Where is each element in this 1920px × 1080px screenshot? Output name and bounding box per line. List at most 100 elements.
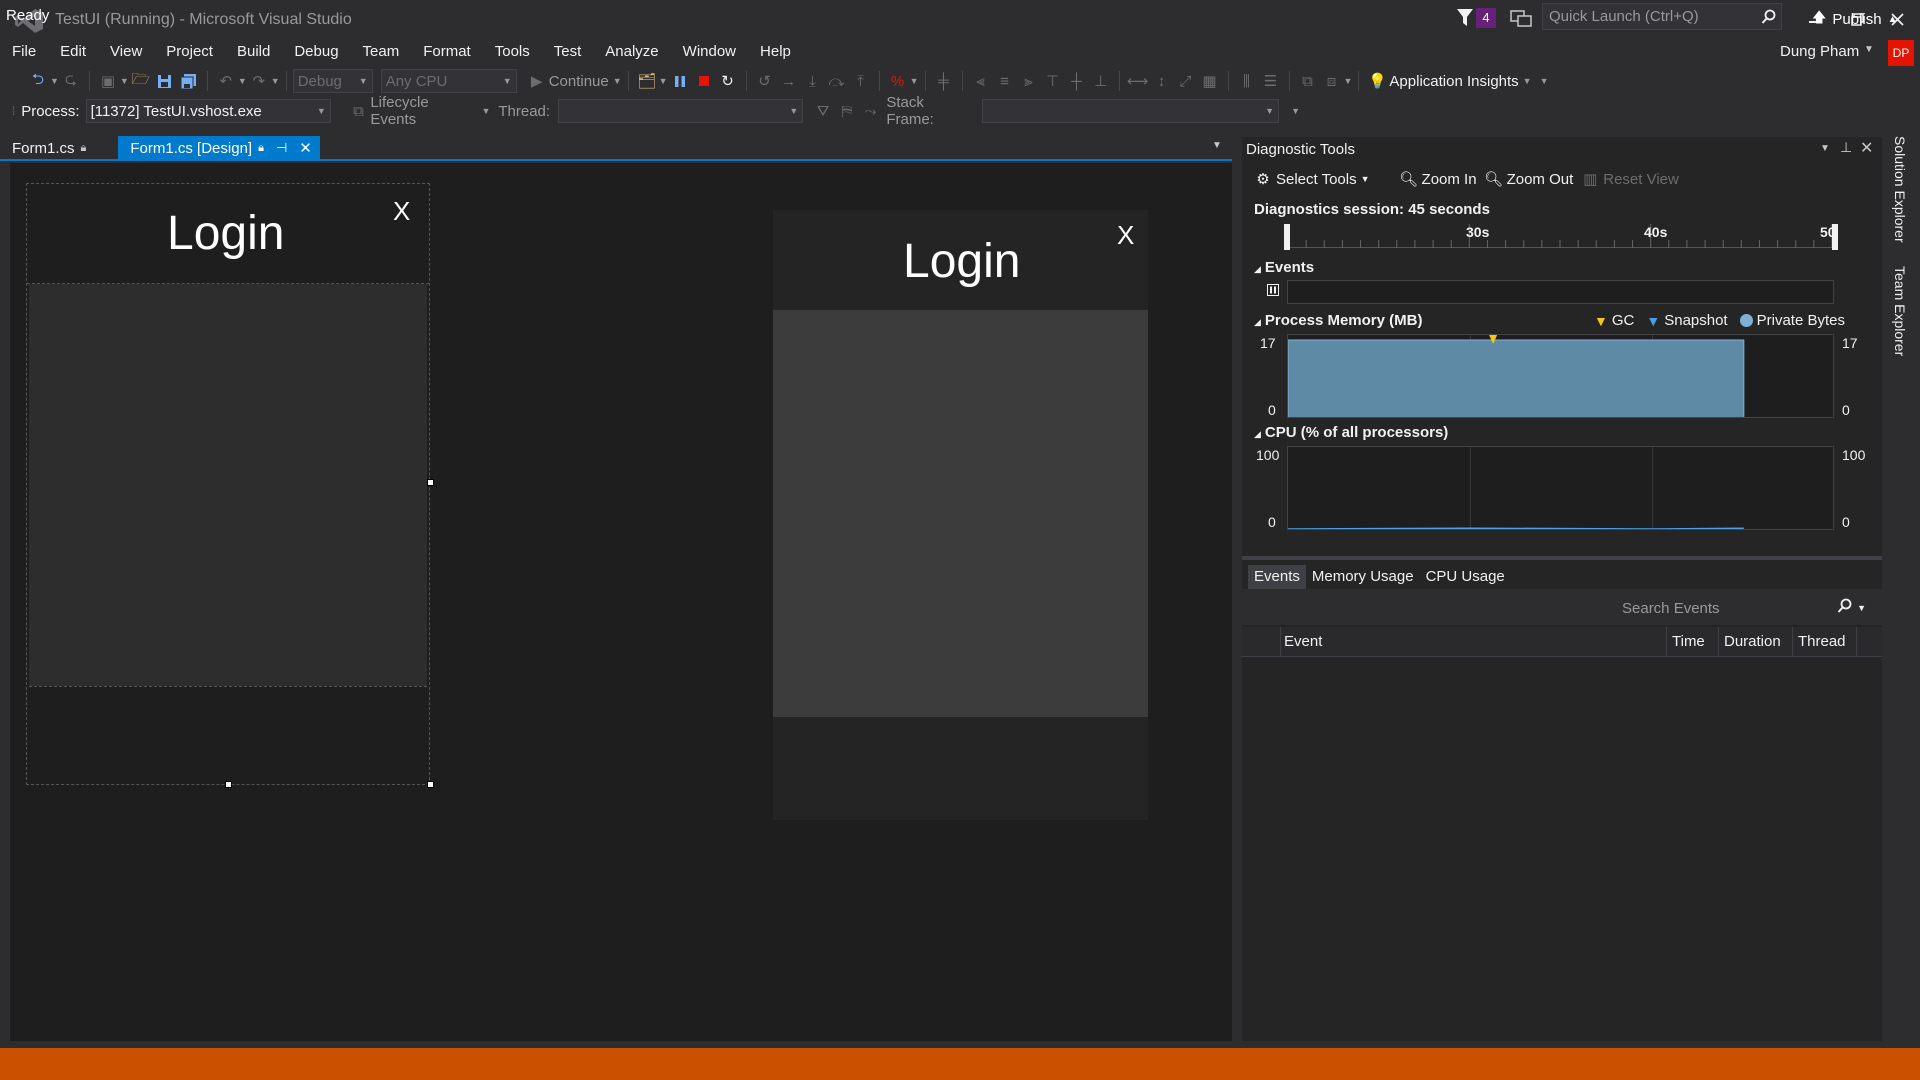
resize-handle-right[interactable]	[427, 479, 434, 486]
user-avatar[interactable]: DP	[1888, 40, 1914, 66]
designer-form[interactable]: Login X	[26, 183, 430, 785]
designer-form-body-panel[interactable]	[29, 284, 427, 686]
redo-icon[interactable]: ↷	[247, 69, 271, 93]
cpu-chart[interactable]	[1287, 446, 1834, 530]
designer-form-header[interactable]: Login X	[27, 184, 429, 284]
step-into-arrow-icon[interactable]: →	[777, 69, 801, 93]
reset-view-button[interactable]: ▥ Reset View	[1581, 167, 1679, 191]
undo-icon[interactable]: ↶	[214, 69, 238, 93]
tab-team-explorer[interactable]: Team Explorer	[1892, 266, 1908, 356]
process-memory-section-header[interactable]: ◢ Process Memory (MB)	[1254, 312, 1422, 329]
column-thread[interactable]: Thread	[1798, 633, 1846, 650]
tab-cpu-usage[interactable]: CPU Usage	[1420, 565, 1511, 589]
undo-dropdown-icon[interactable]: ▼	[238, 76, 247, 86]
column-duration[interactable]: Duration	[1724, 633, 1781, 650]
horizontal-spacing-icon[interactable]: ⫼	[1235, 69, 1259, 93]
menu-analyze[interactable]: Analyze	[593, 40, 670, 64]
stop-debugging-icon[interactable]	[692, 69, 716, 93]
hot-path-dropdown-icon[interactable]: ▼	[910, 76, 919, 86]
lifecycle-events-button[interactable]: Lifecycle Events	[370, 94, 477, 128]
pause-events-icon[interactable]	[1264, 281, 1282, 299]
menu-window[interactable]: Window	[671, 40, 748, 64]
send-to-back-icon[interactable]: ⧈	[1320, 69, 1344, 93]
tab-memory-usage[interactable]: Memory Usage	[1306, 565, 1420, 589]
filter-threads-icon[interactable]: ⛛	[811, 99, 835, 123]
menu-help[interactable]: Help	[748, 40, 803, 64]
panel-splitter[interactable]	[1242, 556, 1882, 560]
events-track[interactable]	[1287, 280, 1834, 304]
make-same-size-icon[interactable]: ⤢	[1174, 69, 1198, 93]
notification-count-badge[interactable]: 4	[1476, 8, 1496, 28]
stack-frame-select[interactable]: ▼	[982, 99, 1280, 123]
tab-overflow-dropdown-icon[interactable]: ▼	[1212, 140, 1222, 151]
continue-dropdown-icon[interactable]: ▼	[613, 76, 622, 86]
pin-panel-icon[interactable]: ⊥	[1840, 139, 1852, 156]
lifecycle-dropdown-icon[interactable]: ▼	[481, 106, 490, 116]
redo-dropdown-icon[interactable]: ▼	[271, 76, 280, 86]
navigate-back-icon[interactable]: ⮌	[26, 69, 50, 93]
continue-play-icon[interactable]: ▶	[525, 69, 549, 93]
show-only-flagged-icon[interactable]: ⤳	[859, 99, 883, 123]
menu-build[interactable]: Build	[225, 40, 282, 64]
browse-dropdown-icon[interactable]: ▼	[659, 76, 668, 86]
user-menu-chevron-icon[interactable]: ▼	[1864, 44, 1874, 55]
new-project-dropdown-icon[interactable]: ▼	[120, 76, 129, 86]
application-insights-dropdown-icon[interactable]: ▼	[1523, 76, 1532, 86]
designer-form-footer-panel[interactable]	[29, 686, 427, 782]
align-lefts-icon[interactable]: ⫷	[969, 69, 993, 93]
step-into-icon[interactable]: ⤓	[801, 69, 825, 93]
tab-form1-cs[interactable]: Form1.cs 🔒︎	[0, 136, 94, 160]
continue-button[interactable]: Continue	[549, 73, 609, 90]
new-project-icon[interactable]: ▣	[96, 69, 120, 93]
zoom-in-button[interactable]: 🔍︎ Zoom In	[1399, 167, 1477, 191]
tab-form1-design[interactable]: Form1.cs [Design] 🔒︎ ⊣ ✕	[118, 136, 320, 160]
pin-tab-icon[interactable]: ⊣	[276, 140, 287, 156]
align-bottoms-icon[interactable]: ⊥	[1089, 69, 1113, 93]
timeline-selection-start-handle[interactable]	[1284, 224, 1290, 250]
layout-overflow-icon[interactable]: ▼	[1344, 76, 1353, 86]
show-next-statement-icon[interactable]: ↺	[753, 69, 777, 93]
save-all-icon[interactable]	[177, 69, 201, 93]
menu-team[interactable]: Team	[351, 40, 412, 64]
step-over-icon[interactable]: ⤼	[825, 69, 849, 93]
solution-platform-select[interactable]: Any CPU ▼	[380, 69, 517, 93]
align-middles-icon[interactable]: ┼	[1065, 69, 1089, 93]
feedback-icon[interactable]	[1508, 6, 1534, 32]
user-name[interactable]: Dung Pham	[1780, 43, 1859, 60]
hot-path-icon[interactable]: %	[886, 69, 910, 93]
make-same-width-icon[interactable]: ⟷	[1126, 69, 1150, 93]
align-centers-icon[interactable]: ≡	[993, 69, 1017, 93]
back-dropdown-icon[interactable]: ▼	[50, 76, 59, 86]
break-all-icon[interactable]	[668, 69, 692, 93]
restart-icon[interactable]: ↻	[716, 69, 740, 93]
close-panel-icon[interactable]: ✕	[1860, 138, 1873, 158]
cpu-section-header[interactable]: ◢ CPU (% of all processors)	[1254, 424, 1448, 441]
menu-project[interactable]: Project	[154, 40, 225, 64]
search-options-chevron-down-icon[interactable]: ▼	[1857, 603, 1866, 613]
process-select[interactable]: [11372] TestUI.vshost.exe ▼	[85, 99, 331, 123]
column-event[interactable]: Event	[1284, 633, 1322, 650]
navigate-forward-icon[interactable]: ⮎	[59, 69, 83, 93]
resize-handle-bottom[interactable]	[225, 781, 232, 788]
menu-tools[interactable]: Tools	[483, 40, 542, 64]
debug-toolbar-overflow-icon[interactable]: ▼	[1291, 106, 1300, 116]
align-tops-icon[interactable]: ⊤	[1041, 69, 1065, 93]
select-tools-button[interactable]: ⚙ Select Tools ▼	[1254, 167, 1369, 191]
save-icon[interactable]	[153, 69, 177, 93]
tab-events[interactable]: Events	[1248, 565, 1306, 589]
column-time[interactable]: Time	[1672, 633, 1705, 650]
process-memory-chart[interactable]	[1287, 334, 1834, 418]
running-close-button[interactable]: X	[1117, 220, 1134, 251]
zoom-out-button[interactable]: 🔍︎ Zoom Out	[1484, 167, 1573, 191]
resize-handle-corner[interactable]	[427, 781, 434, 788]
menu-format[interactable]: Format	[411, 40, 483, 64]
events-section-header[interactable]: ◢ Events	[1254, 259, 1314, 276]
align-to-grid-icon[interactable]: ╪	[932, 69, 956, 93]
browse-folder-icon[interactable]: 🗂	[635, 69, 659, 93]
publish-button[interactable]: 🡅 Publish ▲	[1812, 7, 1898, 31]
quick-launch-search[interactable]: Quick Launch (Ctrl+Q)	[1542, 3, 1782, 30]
toolbar-overflow-icon[interactable]: ▼	[1540, 76, 1549, 86]
align-rights-icon[interactable]: ⫸	[1017, 69, 1041, 93]
open-file-icon[interactable]: 🗁	[129, 69, 153, 93]
solution-configuration-select[interactable]: Debug ▼	[292, 69, 373, 93]
